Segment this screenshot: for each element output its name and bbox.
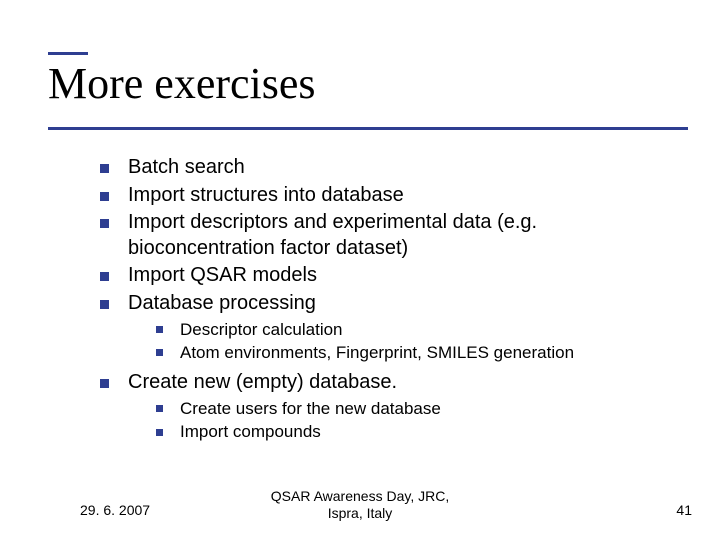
bullet-text: Create new (empty) database. — [128, 371, 397, 393]
footer-page-number: 41 — [676, 502, 692, 518]
list-item: Batch search — [100, 155, 660, 181]
list-item: Import structures into database — [100, 183, 660, 209]
sub-list: Descriptor calculation Atom environments… — [156, 319, 660, 365]
square-bullet-icon — [156, 405, 163, 412]
square-bullet-icon — [100, 164, 109, 173]
list-item: Database processing Descriptor calculati… — [100, 291, 660, 364]
list-item: Create new (empty) database. Create user… — [100, 370, 660, 443]
list-item: Import compounds — [156, 421, 660, 443]
bullet-text: Atom environments, Fingerprint, SMILES g… — [180, 343, 574, 362]
bullet-text: Import descriptors and experimental data… — [128, 211, 537, 259]
square-bullet-icon — [100, 192, 109, 201]
footer-center-line1: QSAR Awareness Day, JRC, — [271, 488, 449, 504]
list-item: Import QSAR models — [100, 263, 660, 289]
square-bullet-icon — [156, 349, 163, 356]
list-item: Import descriptors and experimental data… — [100, 210, 660, 261]
slide: More exercises Batch search Import struc… — [0, 0, 720, 540]
list-item: Create users for the new database — [156, 398, 660, 420]
bullet-text: Import structures into database — [128, 184, 404, 206]
bullet-text: Create users for the new database — [180, 399, 441, 418]
sub-list: Create users for the new database Import… — [156, 398, 660, 444]
body: Batch search Import structures into data… — [100, 155, 660, 449]
bullet-text: Import compounds — [180, 422, 321, 441]
title-rule-top — [48, 52, 88, 55]
square-bullet-icon — [100, 272, 109, 281]
square-bullet-icon — [100, 379, 109, 388]
square-bullet-icon — [156, 326, 163, 333]
square-bullet-icon — [100, 300, 109, 309]
bullet-text: Batch search — [128, 156, 245, 178]
footer-center-line2: Ispra, Italy — [328, 505, 393, 521]
bullet-list: Batch search Import structures into data… — [100, 155, 660, 443]
slide-title: More exercises — [48, 60, 316, 108]
list-item: Atom environments, Fingerprint, SMILES g… — [156, 342, 660, 364]
square-bullet-icon — [100, 219, 109, 228]
bullet-text: Database processing — [128, 292, 316, 314]
title-rule-bottom — [48, 127, 688, 130]
square-bullet-icon — [156, 429, 163, 436]
bullet-text: Import QSAR models — [128, 264, 317, 286]
footer-center: QSAR Awareness Day, JRC, Ispra, Italy — [0, 488, 720, 522]
list-item: Descriptor calculation — [156, 319, 660, 341]
bullet-text: Descriptor calculation — [180, 320, 343, 339]
title-wrap: More exercises — [48, 60, 316, 108]
